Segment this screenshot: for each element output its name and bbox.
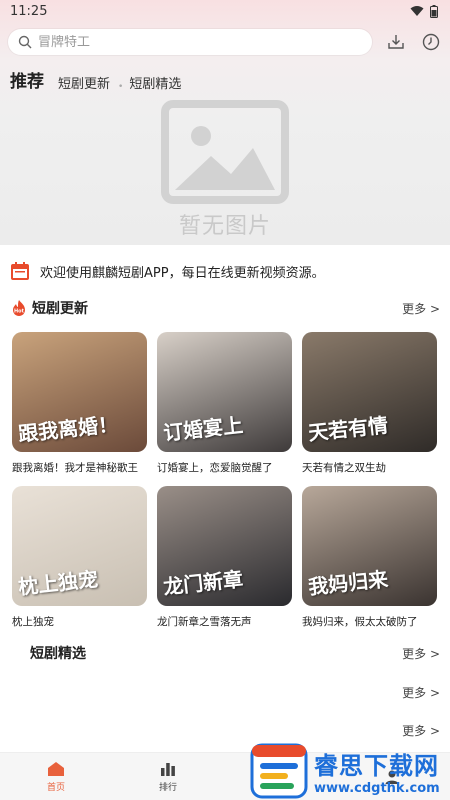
more-link-3[interactable]: 更多 > bbox=[402, 722, 440, 739]
search-icon bbox=[18, 35, 32, 49]
featured-title-text: 短剧精选 bbox=[30, 646, 86, 662]
more-row-2: 更多 > bbox=[10, 681, 440, 703]
watermark-brand: 睿思下载网 bbox=[314, 752, 439, 780]
wifi-icon bbox=[410, 6, 424, 16]
notice-text: 欢迎使用麒麟短剧APP，每日在线更新视频资源。 bbox=[40, 265, 325, 281]
updates-title-text: 短剧更新 bbox=[32, 301, 88, 317]
nav-ranking-label: 排行 bbox=[158, 782, 177, 793]
drama-card[interactable]: 龙门新章 龙门新章之雪落无声 bbox=[157, 486, 292, 629]
drama-title: 我妈归来，假太太破防了 bbox=[302, 616, 418, 628]
drama-title: 跟我离婚！我才是神秘歌王 bbox=[12, 462, 138, 474]
poster-title: 龙门新章 bbox=[162, 566, 245, 600]
drama-card[interactable]: 跟我离婚！ 跟我离婚！我才是神秘歌王 bbox=[12, 332, 147, 475]
download-button[interactable] bbox=[386, 31, 407, 53]
more-row-3: 更多 > bbox=[10, 719, 440, 741]
nav-home-label: 首页 bbox=[46, 782, 65, 793]
updates-section-title: Hot 短剧更新 bbox=[10, 298, 88, 318]
history-button[interactable] bbox=[421, 31, 442, 53]
drama-card[interactable]: 我妈归来 我妈归来，假太太破防了 bbox=[302, 486, 437, 629]
home-icon bbox=[48, 761, 64, 776]
drama-poster: 跟我离婚！ bbox=[12, 332, 147, 452]
tab-drama-featured[interactable]: 短剧精选 bbox=[129, 73, 181, 92]
updates-more-link[interactable]: 更多 > bbox=[402, 300, 440, 317]
poster-title: 跟我离婚！ bbox=[17, 411, 120, 447]
status-icons bbox=[410, 4, 438, 18]
watermark-overlay: 睿思下载网 www.cdgthk.com bbox=[250, 742, 450, 800]
search-input[interactable] bbox=[38, 34, 338, 50]
drama-poster: 订婚宴上 bbox=[157, 332, 292, 452]
nav-home[interactable]: 首页 bbox=[0, 753, 112, 800]
featured-more-link[interactable]: 更多 > bbox=[402, 645, 440, 662]
tab-drama-updates[interactable]: 短剧更新 bbox=[58, 73, 110, 92]
drama-card[interactable]: 订婚宴上 订婚宴上，恋爱脑觉醒了 bbox=[157, 332, 292, 475]
poster-title: 订婚宴上 bbox=[162, 412, 245, 446]
drama-title: 龙门新章之雪落无声 bbox=[157, 616, 252, 628]
drama-title: 枕上独宠 bbox=[12, 616, 54, 628]
search-row bbox=[8, 29, 442, 55]
drama-poster: 天若有情 bbox=[302, 332, 437, 452]
more-link-2[interactable]: 更多 > bbox=[402, 684, 440, 701]
status-time: 11:25 bbox=[10, 3, 48, 19]
watermark-text: 睿思下载网 www.cdgthk.com bbox=[314, 746, 440, 796]
poster-title: 我妈归来 bbox=[307, 566, 390, 600]
search-bar[interactable] bbox=[8, 29, 372, 55]
hot-icon: Hot bbox=[13, 300, 25, 316]
download-icon bbox=[388, 35, 404, 49]
image-placeholder-icon bbox=[161, 100, 289, 204]
svg-text:Hot: Hot bbox=[14, 309, 25, 315]
tab-separator-dot: • bbox=[118, 82, 124, 92]
calendar-icon bbox=[11, 262, 29, 280]
drama-card[interactable]: 天若有情 天若有情之双生劫 bbox=[302, 332, 437, 475]
drama-poster: 龙门新章 bbox=[157, 486, 292, 606]
poster-title: 天若有情 bbox=[307, 412, 390, 446]
category-tabs: 推荐 短剧更新 • 短剧精选 bbox=[10, 66, 195, 92]
drama-title: 订婚宴上，恋爱脑觉醒了 bbox=[157, 462, 273, 474]
notice-bar: 欢迎使用麒麟短剧APP，每日在线更新视频资源。 bbox=[10, 261, 440, 281]
nav-ranking[interactable]: 排行 bbox=[112, 753, 224, 800]
status-bar: 11:25 bbox=[0, 0, 450, 22]
drama-card[interactable]: 枕上独宠 枕上独宠 bbox=[12, 486, 147, 629]
watermark-logo-icon bbox=[250, 743, 308, 799]
tab-recommend[interactable]: 推荐 bbox=[10, 67, 44, 92]
banner-carousel[interactable]: 暂无图片 bbox=[0, 96, 450, 244]
battery-icon bbox=[430, 4, 438, 18]
poster-title: 枕上独宠 bbox=[17, 566, 100, 600]
banner-placeholder-text: 暂无图片 bbox=[178, 214, 271, 239]
clock-icon bbox=[423, 33, 440, 51]
drama-poster: 我妈归来 bbox=[302, 486, 437, 606]
updates-section-header: Hot 短剧更新 更多 > bbox=[10, 297, 440, 319]
drama-poster: 枕上独宠 bbox=[12, 486, 147, 606]
ranking-icon bbox=[161, 762, 175, 776]
drama-grid-row-2: 枕上独宠 枕上独宠 龙门新章 龙门新章之雪落无声 我妈归来 我妈归来，假太太破防… bbox=[12, 486, 438, 629]
drama-title: 天若有情之双生劫 bbox=[302, 462, 386, 474]
drama-grid-row-1: 跟我离婚！ 跟我离婚！我才是神秘歌王 订婚宴上 订婚宴上，恋爱脑觉醒了 天若有情… bbox=[12, 332, 438, 475]
watermark-url: www.cdgthk.com bbox=[314, 781, 440, 796]
featured-section-header: 短剧精选 更多 > bbox=[30, 642, 440, 664]
